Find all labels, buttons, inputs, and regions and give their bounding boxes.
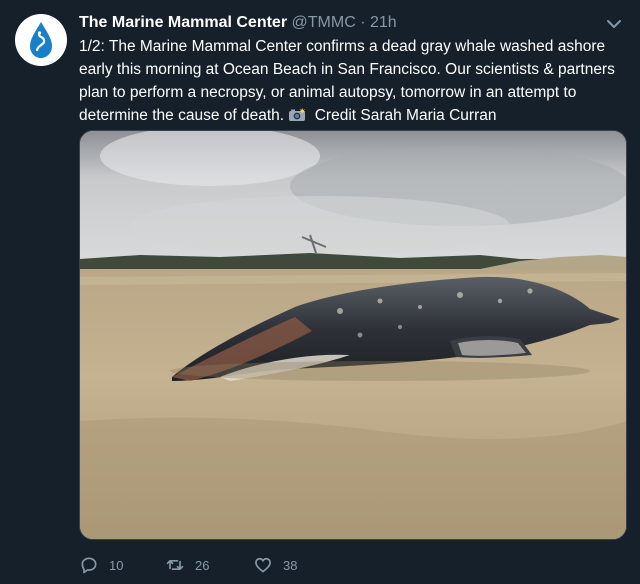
tweet[interactable]: The Marine Mammal Center @TMMC · 21h 1/2… <box>0 0 640 584</box>
tweet-text: 1/2: The Marine Mammal Center confirms a… <box>79 35 619 127</box>
retweet-count: 26 <box>195 557 210 573</box>
whale-photo-image <box>80 131 626 539</box>
camera-flash-icon <box>289 108 306 121</box>
timestamp[interactable]: 21h <box>370 14 397 31</box>
photo-credit: Credit Sarah Maria Curran <box>314 107 497 124</box>
separator-dot: · <box>360 14 366 31</box>
reply-icon <box>81 557 97 574</box>
retweet-button[interactable]: 26 <box>165 553 209 577</box>
retweet-icon <box>166 560 184 570</box>
reply-button[interactable]: 10 <box>79 553 123 577</box>
like-button[interactable]: 38 <box>253 553 297 577</box>
tweet-menu-button[interactable] <box>604 14 624 34</box>
tweet-photo[interactable] <box>79 130 627 540</box>
heart-icon <box>255 557 271 573</box>
water-drop-logo-icon <box>17 16 65 64</box>
author-name[interactable]: The Marine Mammal Center <box>79 14 287 31</box>
chevron-down-icon <box>607 20 621 28</box>
avatar[interactable] <box>15 14 67 66</box>
author-handle[interactable]: @TMMC <box>292 14 356 31</box>
tweet-header: The Marine Mammal Center @TMMC · 21h <box>79 12 600 34</box>
reply-count: 10 <box>109 557 124 573</box>
like-count: 38 <box>283 557 298 573</box>
